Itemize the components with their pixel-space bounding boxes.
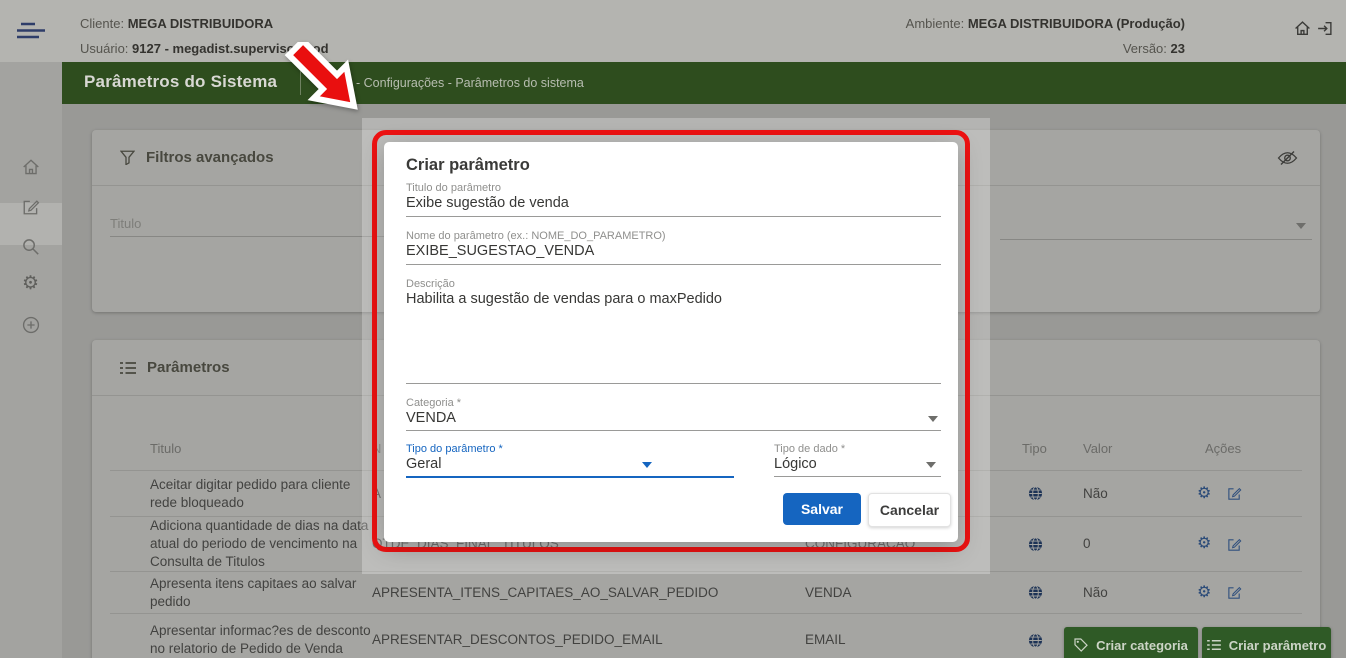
cell-categoria: VENDA: [805, 584, 1020, 602]
tipo-parametro-select[interactable]: Geral: [406, 456, 441, 472]
titulo-field-input[interactable]: Exibe sugestão de venda: [406, 195, 569, 211]
plus-circle-icon[interactable]: [22, 316, 40, 334]
titulo-field-label: Titulo do parâmetro: [406, 182, 501, 194]
filters-title: Filtros avançados: [146, 149, 274, 166]
col-titulo: Titulo: [110, 441, 372, 456]
categoria-select-label: Categoria *: [406, 397, 461, 409]
breadcrumb: - Configurações - Parâmetros do sistema: [356, 76, 584, 90]
ambiente-label: Ambiente:: [906, 16, 965, 31]
search-icon[interactable]: [22, 238, 40, 256]
gear-icon[interactable]: ⚙: [22, 274, 39, 293]
versao-label: Versão:: [1123, 41, 1167, 56]
cell-nome: APRESENTAR_DESCONTOS_PEDIDO_EMAIL: [372, 631, 805, 649]
tipo-parametro-select-label: Tipo do parâmetro *: [406, 443, 503, 455]
cell-titulo: Aceitar digitar pedido para cliente rede…: [110, 476, 372, 512]
compose-icon[interactable]: [22, 198, 40, 216]
cell-titulo: Adiciona quantidade de dias na data atua…: [110, 517, 372, 571]
home-icon[interactable]: [22, 158, 40, 176]
row-edit-icon[interactable]: [1227, 585, 1242, 600]
globe-icon: [1028, 537, 1043, 552]
environment-info: Ambiente: MEGA DISTRIBUIDORA (Produção) …: [906, 11, 1185, 61]
list-icon: [120, 361, 136, 375]
nome-field-input[interactable]: EXIBE_SUGESTAO_VENDA: [406, 243, 594, 259]
parameters-title: Parâmetros: [147, 359, 230, 376]
annotation-arrow: [256, 42, 368, 142]
create-parameter-label: Criar parâmetro: [1229, 638, 1327, 653]
filter-icon: [120, 150, 135, 165]
categoria-select-underline: [406, 430, 941, 431]
eye-off-icon[interactable]: [1277, 150, 1298, 166]
nome-field-label: Nome do parâmetro (ex.: NOME_DO_PARAMETR…: [406, 230, 666, 242]
col-valor: Valor: [1080, 441, 1194, 456]
home-icon[interactable]: [1294, 20, 1311, 37]
chevron-down-icon: [1296, 223, 1306, 229]
tipo-dado-select-label: Tipo de dado *: [774, 443, 845, 455]
save-button[interactable]: Salvar: [783, 493, 861, 525]
row-settings-icon[interactable]: ⚙: [1197, 486, 1211, 502]
descricao-field-underline: [406, 383, 941, 384]
versao-value: 23: [1171, 41, 1185, 56]
col-acoes: Ações: [1194, 441, 1302, 456]
menu-icon[interactable]: [16, 21, 46, 41]
create-parameter-dialog: Criar parâmetro Titulo do parâmetro Exib…: [384, 142, 958, 542]
table-row: Apresenta itens capitaes ao salvar pedid…: [110, 572, 1302, 614]
app-window: Cliente: MEGA DISTRIBUIDORA Usuário: 912…: [0, 0, 1346, 658]
tipo-dado-select[interactable]: Lógico: [774, 456, 817, 472]
top-header: Cliente: MEGA DISTRIBUIDORA Usuário: 912…: [0, 0, 1346, 62]
cell-categoria: EMAIL: [805, 631, 1020, 649]
categoria-select[interactable]: VENDA: [406, 410, 456, 426]
row-settings-icon[interactable]: ⚙: [1197, 536, 1211, 552]
cell-valor: 0: [1080, 535, 1194, 553]
create-category-button[interactable]: Criar categoria: [1064, 627, 1198, 658]
descricao-field-label: Descrição: [406, 278, 455, 290]
create-parameter-button[interactable]: Criar parâmetro: [1202, 627, 1331, 658]
row-settings-icon[interactable]: ⚙: [1197, 585, 1211, 601]
tipo-dado-underline: [774, 476, 941, 477]
col-tipo: Tipo: [1020, 441, 1080, 456]
cell-titulo: Apresentar informac?es de desconto no re…: [110, 622, 372, 658]
cliente-label: Cliente:: [80, 16, 124, 31]
chevron-down-icon[interactable]: [926, 462, 936, 468]
page-title: Parâmetros do Sistema: [84, 72, 277, 92]
globe-icon: [1028, 486, 1043, 501]
titulo-field-underline: [406, 216, 941, 217]
tag-icon: [1074, 638, 1088, 652]
usuario-label: Usuário:: [80, 41, 128, 56]
list-icon: [1207, 639, 1221, 651]
ambiente-value: MEGA DISTRIBUIDORA (Produção): [968, 16, 1185, 31]
cliente-value: MEGA DISTRIBUIDORA: [128, 16, 273, 31]
chevron-down-icon[interactable]: [928, 416, 938, 422]
logout-icon[interactable]: [1316, 20, 1333, 37]
globe-icon: [1028, 633, 1043, 648]
cell-titulo: Apresenta itens capitaes ao salvar pedid…: [110, 575, 372, 611]
cell-valor: Não: [1080, 485, 1194, 503]
cell-valor: Não: [1080, 584, 1194, 602]
chevron-down-icon[interactable]: [642, 462, 652, 468]
nome-field-underline: [406, 264, 941, 265]
globe-icon: [1028, 585, 1043, 600]
descricao-field-input[interactable]: Habilita a sugestão de vendas para o max…: [406, 291, 722, 307]
sidebar-nav: ⚙: [0, 62, 62, 658]
cancel-button[interactable]: Cancelar: [868, 493, 951, 527]
row-edit-icon[interactable]: [1227, 537, 1242, 552]
dialog-title: Criar parâmetro: [406, 156, 530, 175]
row-edit-icon[interactable]: [1227, 486, 1242, 501]
cell-nome: APRESENTA_ITENS_CAPITAES_AO_SALVAR_PEDID…: [372, 584, 805, 602]
tipo-parametro-underline: [406, 476, 734, 478]
page-title-bar: Parâmetros do Sistema - Configurações - …: [62, 62, 1346, 104]
filter-category-select[interactable]: [1000, 216, 1312, 240]
create-category-label: Criar categoria: [1096, 638, 1188, 653]
